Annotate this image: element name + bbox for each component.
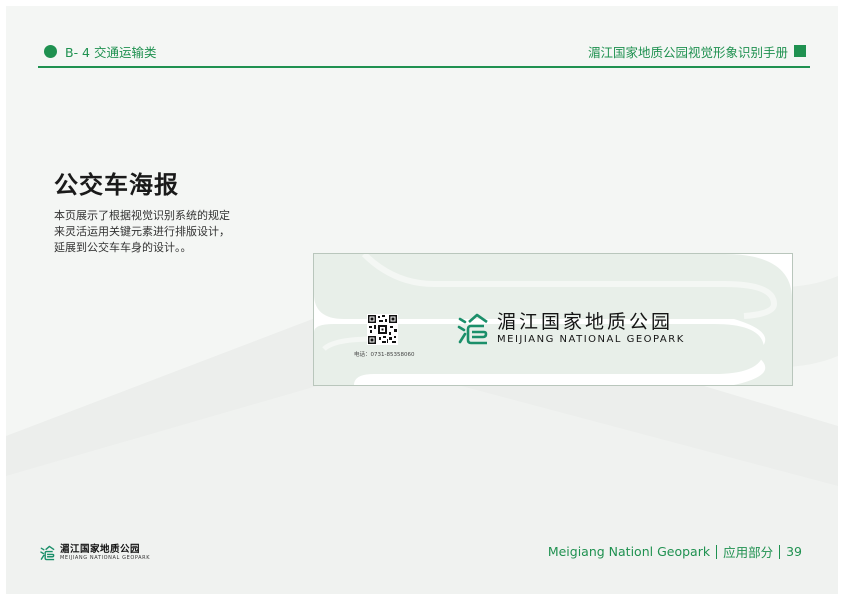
qr-code-icon [367, 314, 398, 345]
page-description: 本页展示了根据视觉识别系统的规定 来灵活运用关键元素进行排版设计， 延展到公交车… [54, 208, 264, 256]
page-title: 公交车海报 [54, 171, 179, 199]
section-dot-icon [44, 44, 57, 58]
footer-separator [779, 544, 781, 559]
footer-separator [716, 544, 718, 559]
page-number: 39 [786, 544, 802, 559]
description-line: 本页展示了根据视觉识别系统的规定 [54, 209, 230, 222]
poster-logo: 湄江国家地质公园 MEIJIANG NATIONAL GEOPARK [457, 311, 685, 347]
section-code: B- 4 交通运输类 [65, 44, 157, 60]
poster-logo-en: MEIJIANG NATIONAL GEOPARK [497, 334, 685, 345]
footer-park-name: Meigiang Nationl Geopark [547, 544, 711, 559]
logo-mark-icon [457, 313, 488, 345]
poster-logo-cn: 湄江国家地质公园 [497, 311, 674, 333]
logo-mark-icon [40, 545, 55, 561]
header-manual-title: 湄江国家地质公园视觉形象识别手册 [588, 40, 806, 62]
manual-title: 湄江国家地质公园视觉形象识别手册 [587, 44, 788, 60]
description-line: 延展到公交车车身的设计。。 [54, 241, 192, 254]
footer-logo-cn: 湄江国家地质公园 [60, 544, 141, 555]
header-divider [38, 66, 810, 68]
footer-logo: 湄江国家地质公园 MEIJIANG NATIONAL GEOPARK [40, 544, 150, 562]
footer-logo-en: MEIJIANG NATIONAL GEOPARK [60, 555, 151, 561]
header-section-label: B- 4 交通运输类 [44, 40, 157, 62]
poster-phone: 电话：0731-85358060 [354, 352, 415, 358]
bus-poster-preview: 电话：0731-85358060 湄江国家地质公园 MEIJIANG NATIO… [313, 253, 793, 386]
manual-page: B- 4 交通运输类 湄江国家地质公园视觉形象识别手册 公交车海报 本页展示了根… [6, 6, 838, 594]
description-line: 来灵活运用关键元素进行排版设计， [54, 225, 230, 238]
footer-page-info: Meigiang Nationl Geopark 应用部分 39 [548, 542, 802, 561]
footer-part-label: 应用部分 [723, 545, 774, 560]
title-square-icon [794, 45, 806, 57]
